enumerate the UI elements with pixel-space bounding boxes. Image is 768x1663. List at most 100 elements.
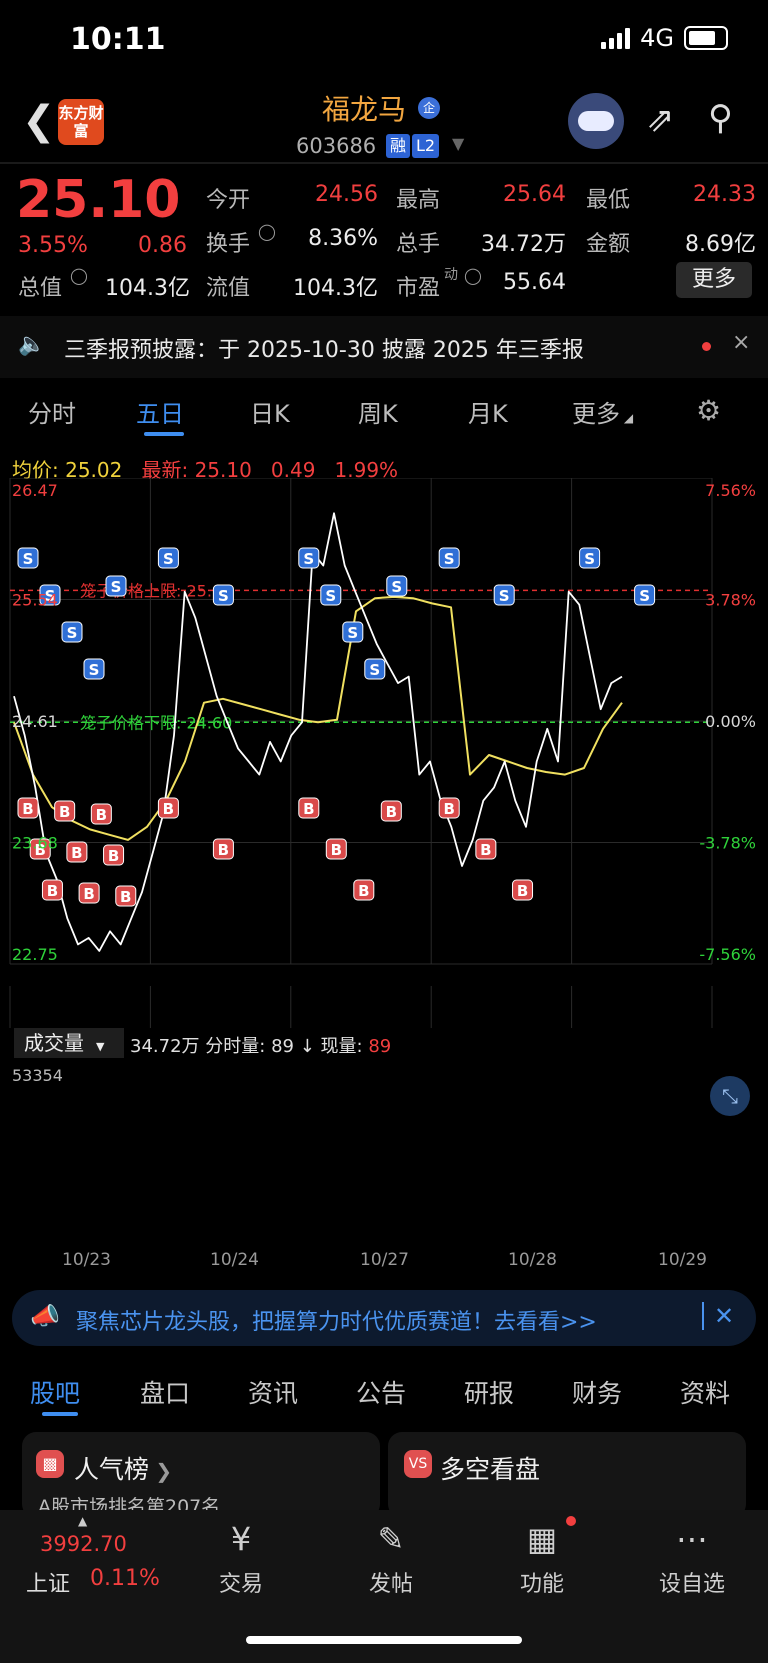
tab-announcements[interactable]: 公告	[356, 1374, 406, 1410]
buy-marker: B	[66, 841, 88, 863]
megaphone-icon: 📣	[30, 1302, 60, 1330]
low-value: 24.33	[693, 182, 756, 207]
expand-icon[interactable]: ⤡	[710, 1076, 750, 1116]
close-icon[interactable]: ×	[732, 330, 750, 355]
tab-finance[interactable]: 财务	[572, 1374, 622, 1410]
high-label: 最高	[396, 188, 441, 213]
five-day-chart[interactable]: 笼子价格上限: 25.61 笼子价格下限: 24.60 B B B B B B B B B S S S S…	[0, 478, 768, 1028]
tab-more[interactable]: 更多 ◢	[572, 394, 633, 429]
banner-text[interactable]: 聚焦芯片龙头股，把握算力时代优质赛道！去看看>>	[76, 1304, 597, 1336]
marker-label: B	[108, 847, 119, 865]
tab-underline	[144, 432, 184, 436]
more-icon[interactable]: ⋯	[652, 1520, 732, 1558]
network-label: 4G	[640, 24, 674, 52]
sell-marker: S	[17, 547, 39, 569]
signal-icon	[601, 27, 631, 49]
gear-icon[interactable]: ⚙	[696, 394, 721, 427]
marker-label: B	[22, 800, 33, 818]
tab-weekly-k[interactable]: 周K	[358, 394, 398, 429]
sell-marker: S	[212, 584, 234, 606]
marker-label: B	[386, 803, 397, 821]
trade-icon[interactable]: ¥	[201, 1520, 281, 1558]
buy-marker: B	[325, 838, 347, 860]
minute-volume-label: 分时量:	[205, 1036, 266, 1057]
float-cap-label: 流值	[206, 276, 251, 301]
nav-functions[interactable]: 功能	[502, 1566, 582, 1598]
tab-news[interactable]: 资讯	[248, 1374, 298, 1410]
info-icon[interactable]: ◯	[70, 266, 88, 285]
info-icon[interactable]: ◯	[258, 222, 276, 241]
sell-marker: S	[320, 584, 342, 606]
volume-info: 34.72万 分时量: 89 ↓ 现量: 89	[130, 1032, 391, 1058]
share-icon[interactable]: ⇗	[646, 100, 675, 140]
tab-profile[interactable]: 资料	[680, 1374, 730, 1410]
reference-line-label: 笼子价格上限: 25.61	[80, 581, 232, 600]
pe-superscript: 动	[444, 267, 458, 283]
minute-volume-value: 89	[271, 1036, 294, 1057]
sell-marker: S	[386, 575, 408, 597]
volume-indicator-dropdown[interactable]: 成交量 ▼	[14, 1028, 124, 1058]
up-triangle-icon: ▲	[78, 1514, 88, 1528]
vs-icon: VS	[404, 1450, 432, 1478]
change-percent: 3.55%	[18, 233, 88, 258]
index-percent[interactable]: 0.11%	[90, 1566, 160, 1591]
search-icon[interactable]: ⚲	[708, 98, 733, 138]
notice-text[interactable]: 三季报预披露：于 2025-10-30 披露 2025 年三季报	[64, 332, 584, 364]
marker-label: S	[67, 624, 78, 642]
back-icon[interactable]: ❮	[22, 98, 56, 144]
nav-post[interactable]: 发帖	[351, 1566, 431, 1598]
info-icon[interactable]: ◯	[464, 266, 482, 285]
post-icon[interactable]: ✎	[351, 1520, 431, 1558]
chart-grid	[9, 478, 713, 1028]
unread-dot	[702, 342, 711, 351]
tab-intraday[interactable]: 分时	[28, 394, 76, 429]
market-cap-label: 总值	[18, 276, 63, 301]
tab-order-book[interactable]: 盘口	[140, 1374, 190, 1410]
buy-marker: B	[78, 882, 100, 904]
volume-value: 34.72万	[481, 232, 566, 257]
bull-bear-title[interactable]: 多空看盘	[440, 1450, 540, 1486]
y-right-tick: 3.78%	[705, 591, 756, 610]
high-value: 25.64	[503, 182, 566, 207]
status-time: 10:11	[70, 22, 166, 57]
tab-monthly-k[interactable]: 月K	[468, 394, 508, 429]
nav-add-watchlist[interactable]: 设自选	[652, 1566, 732, 1598]
tab-daily-k[interactable]: 日K	[250, 394, 290, 429]
marker-label: S	[218, 587, 229, 605]
caret-down-icon[interactable]: ▼	[452, 134, 464, 153]
assistant-robot-icon[interactable]	[568, 93, 624, 149]
open-label: 今开	[206, 188, 251, 213]
buy-marker: B	[475, 838, 497, 860]
more-button[interactable]: 更多	[676, 262, 752, 298]
low-label: 最低	[586, 188, 631, 213]
date-label: 10/29	[658, 1250, 707, 1270]
tab-research[interactable]: 研报	[464, 1374, 514, 1410]
marker-label: S	[111, 578, 122, 596]
marker-label: S	[391, 578, 402, 596]
index-value[interactable]: 3992.70	[40, 1532, 127, 1556]
date-label: 10/28	[508, 1250, 557, 1270]
marker-label: S	[23, 550, 34, 568]
marker-label: S	[347, 624, 358, 642]
buy-marker: B	[438, 797, 460, 819]
stock-code: 603686	[296, 134, 377, 158]
y-left-tick: 22.75	[12, 945, 58, 964]
sell-marker: S	[298, 547, 320, 569]
marker-label: S	[499, 587, 510, 605]
popularity-title[interactable]: 人气榜 ❯	[74, 1450, 172, 1486]
tab-five-day[interactable]: 五日	[136, 394, 184, 429]
sell-marker: S	[61, 621, 83, 643]
marker-label: B	[517, 882, 528, 900]
stock-name: 福龙马	[322, 93, 407, 126]
marker-label: S	[303, 550, 314, 568]
index-name[interactable]: 上证	[26, 1566, 70, 1598]
marker-label: B	[480, 841, 491, 859]
float-cap-value: 104.3亿	[293, 276, 378, 301]
marker-label: S	[369, 661, 380, 679]
nav-trade[interactable]: 交易	[201, 1566, 281, 1598]
close-icon[interactable]: ✕	[714, 1302, 734, 1330]
tab-guba[interactable]: 股吧	[30, 1374, 80, 1410]
marker-label: S	[639, 587, 650, 605]
buy-marker: B	[17, 797, 39, 819]
amount-label: 金额	[586, 232, 631, 257]
